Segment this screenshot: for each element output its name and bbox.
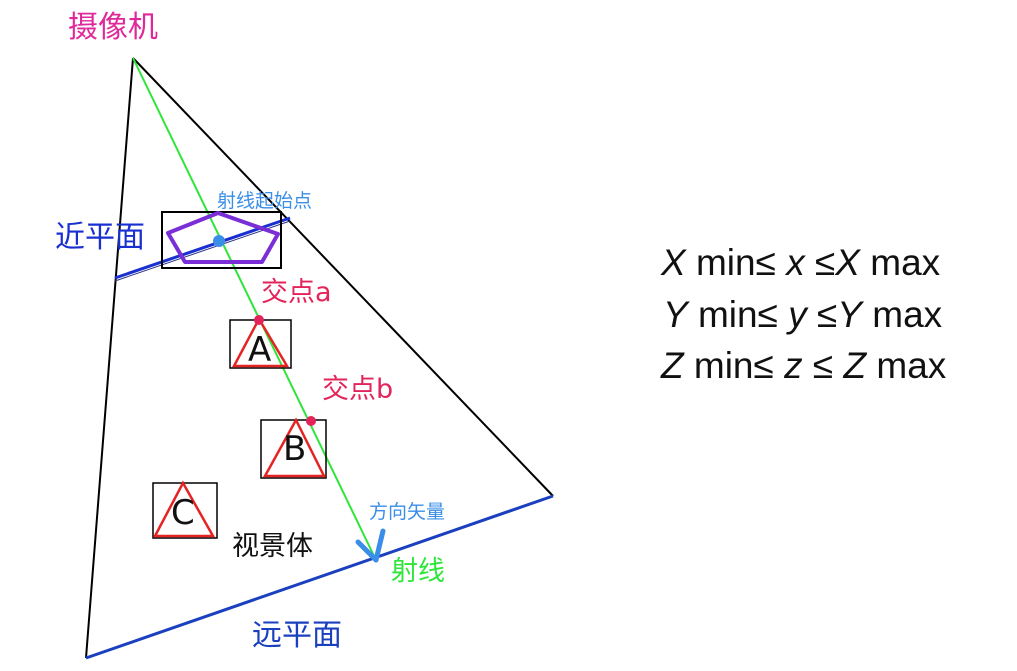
object-a: A <box>229 316 292 370</box>
equation-x: X min≤ x ≤X max <box>660 242 941 283</box>
object-b: B <box>260 417 327 479</box>
y-le: ≤ <box>807 294 838 335</box>
y-lower: y <box>785 294 809 335</box>
y-upper-max: Y <box>837 294 864 335</box>
x-lower: x <box>784 242 806 283</box>
direction-arrow-head <box>355 539 379 563</box>
x-le: ≤ <box>805 242 836 283</box>
z-lower: z <box>783 345 803 386</box>
bounds-equations: X min≤ x ≤X max Y min≤ y ≤Y max Z min≤ z… <box>660 242 947 386</box>
y-min-le: min≤ <box>688 294 789 335</box>
intersection-point-a <box>254 315 264 325</box>
frustum-left-edge <box>85 57 134 659</box>
object-b-letter: B <box>283 429 306 469</box>
z-min-le: min≤ <box>684 345 785 386</box>
intersection-b-label: 交点b <box>322 374 393 405</box>
ray-label: 射线 <box>391 556 445 587</box>
intersection-point-b <box>306 416 316 426</box>
ray-start-label: 射线起始点 <box>217 190 312 212</box>
object-c-letter: C <box>171 493 195 533</box>
ray-start-point <box>213 235 225 247</box>
near-plane-label: 近平面 <box>55 220 145 255</box>
z-upper-min: Z <box>660 345 685 386</box>
object-c: C <box>152 480 218 539</box>
camera-label: 摄像机 <box>68 10 158 45</box>
ray-picking-diagram: A B C 摄像机 近平面 射线起始点 交点a 交点b 方向矢量 视景体 射线 … <box>55 10 947 660</box>
equation-z: Z min≤ z ≤ Z max <box>660 345 947 386</box>
direction-vector-label: 方向矢量 <box>369 501 445 523</box>
z-upper-max: Z <box>842 345 867 386</box>
object-a-letter: A <box>248 330 271 370</box>
y-max: max <box>862 294 943 335</box>
view-frustum <box>85 57 554 659</box>
x-upper-max: X <box>834 242 861 283</box>
x-upper-min: X <box>660 242 687 283</box>
intersection-a-label: 交点a <box>261 277 332 308</box>
direction-arrow <box>355 528 386 563</box>
frustum-label: 视景体 <box>232 531 313 562</box>
frustum-right-edge <box>132 57 554 497</box>
x-min-le: min≤ <box>686 242 787 283</box>
x-max: max <box>860 242 941 283</box>
ray-line <box>132 57 377 561</box>
z-le: ≤ <box>803 345 844 386</box>
y-upper-min: Y <box>663 294 690 335</box>
far-plane-label: 远平面 <box>252 618 342 653</box>
equation-y: Y min≤ y ≤Y max <box>663 294 943 335</box>
z-max: max <box>866 345 947 386</box>
